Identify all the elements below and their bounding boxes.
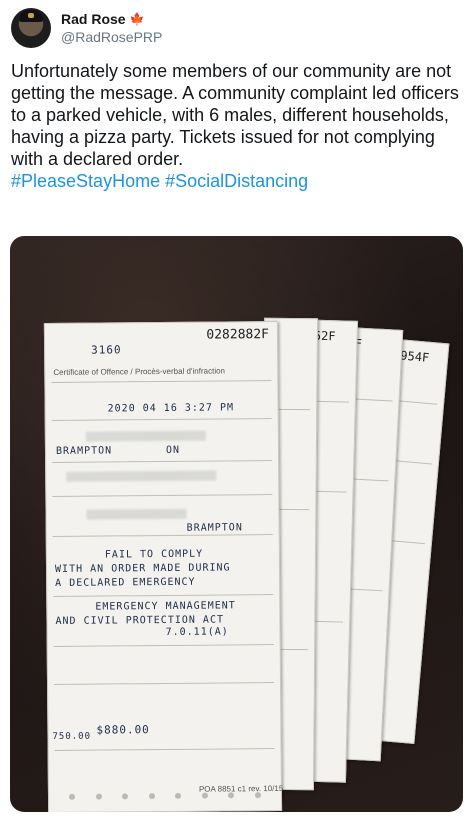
tweet: Rad Rose 🍁 @RadRosePRP Unfortunately som… [0,0,476,817]
ticket-main: 0282882F 3160 Certificate of Offence / P… [43,320,283,812]
tweet-header: Rad Rose 🍁 @RadRosePRP [11,6,162,50]
ticket-main-number: 0282882F [206,327,270,343]
handwritten-city: BRAMPTON [55,445,113,457]
form-line [54,682,275,685]
maple-leaf-icon: 🍁 [129,12,145,26]
form-line [52,534,273,537]
perforation-holes [68,792,261,804]
form-line [54,748,275,751]
act-line-1: EMERGENCY MANAGEMENT [95,600,236,613]
form-line [53,644,274,647]
perforation-hole [95,793,102,800]
display-name[interactable]: Rad Rose [61,10,126,28]
redacted-licence [66,470,217,482]
act-section: 7.0.11(A) [165,626,229,638]
handwritten-date: 2020 04 16 3:27 PM [107,402,235,415]
perforation-hole [122,793,129,800]
form-line [51,380,272,383]
perforation-hole [175,792,182,799]
handwritten-location: BRAMPTON [186,522,243,534]
ticket-prefix: 3160 [91,343,122,357]
form-line [52,494,273,497]
author-names: Rad Rose 🍁 @RadRosePRP [61,10,162,46]
offence-line-2: WITH AN ORDER MADE DURING [54,562,231,575]
tweet-photo[interactable]: 3954F 3F 952F 0282882F 3160 Certificate … [10,236,463,812]
offence-line-3: A DECLARED EMERGENCY [55,576,196,589]
perforation-hole [228,792,235,799]
tweet-body: Unfortunately some members of our commun… [11,60,466,192]
perforation-hole [148,793,155,800]
perforation-hole [254,792,261,799]
hashtag-social-distancing[interactable]: #SocialDistancing [165,171,308,191]
form-line [53,594,274,597]
perforation-hole [201,792,208,799]
perforation-hole [68,793,76,800]
handwritten-province: ON [165,444,181,456]
offence-line-1: FAIL TO COMPLY [104,548,204,561]
hashtag-row: #PleaseStayHome #SocialDistancing [11,170,466,192]
total-payable: $880.00 [96,723,150,737]
user-handle[interactable]: @RadRosePRP [61,28,162,46]
hashtag-please-stay-home[interactable]: #PleaseStayHome [11,171,160,191]
set-fine: 750.00 [52,731,92,742]
act-line-2: AND CIVIL PROTECTION ACT [55,614,225,627]
redacted-name [85,430,206,442]
display-name-row: Rad Rose 🍁 [61,10,162,28]
form-line [51,418,272,421]
redacted-birthdate [86,508,187,520]
form-title: Certificate of Offence / Procès-verbal d… [53,366,226,377]
form-line [52,460,273,463]
tweet-text: Unfortunately some members of our commun… [11,61,459,169]
avatar[interactable] [11,8,51,48]
